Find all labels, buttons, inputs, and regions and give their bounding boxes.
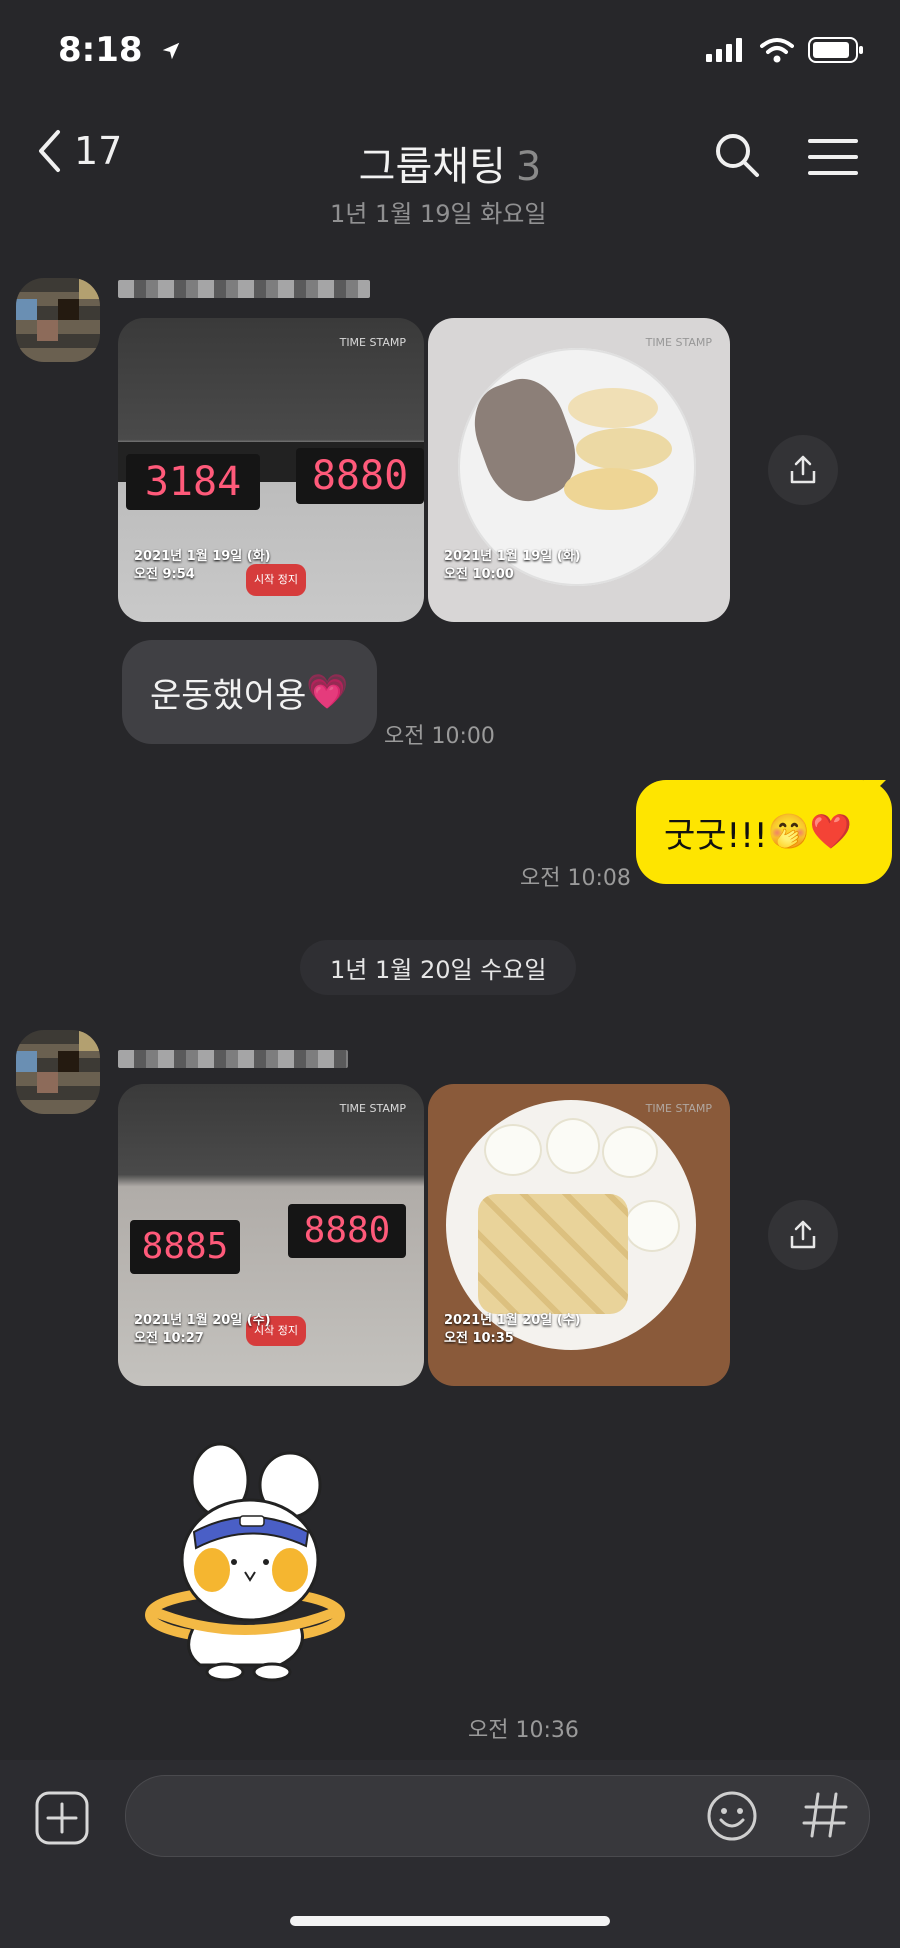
- search-icon: [716, 134, 759, 177]
- photo-caption: 2021년 1월 20일 (수) 오전 10:27: [134, 1313, 271, 1346]
- menu-icon: [808, 139, 858, 175]
- display-reading: 3184: [126, 454, 260, 510]
- add-icon: [35, 1791, 89, 1845]
- photo-attachment[interactable]: 3184 8880 시작 정지 TIME STAMP 2021년 1월 19일 …: [118, 318, 424, 622]
- menu-button[interactable]: [808, 138, 858, 180]
- photo-caption: 2021년 1월 19일 (화) 오전 9:54: [134, 549, 271, 582]
- date-divider: 1년 1월 19일 화요일: [330, 200, 547, 228]
- share-button[interactable]: [768, 1200, 838, 1270]
- message-time: 오전 10:08: [520, 866, 631, 891]
- location-arrow-icon: [163, 42, 180, 60]
- share-icon: [790, 455, 816, 484]
- message-bubble[interactable]: 운동했어용 💗: [122, 640, 377, 744]
- avatar[interactable]: [16, 278, 100, 362]
- avatar[interactable]: [16, 1030, 100, 1114]
- share-icon: [790, 1220, 816, 1249]
- display-reading: 8880: [288, 1204, 406, 1258]
- message-input[interactable]: [125, 1775, 870, 1857]
- emoji: 🤭❤️: [767, 812, 853, 852]
- share-button[interactable]: [768, 435, 838, 505]
- timestamp-watermark: TIME STAMP: [645, 336, 712, 349]
- display-reading: 8880: [296, 448, 424, 504]
- photo-attachment[interactable]: TIME STAMP 2021년 1월 20일 (수) 오전 10:35: [428, 1084, 730, 1386]
- timestamp-watermark: TIME STAMP: [339, 1102, 406, 1115]
- bunny-sticker[interactable]: [140, 1440, 380, 1700]
- wifi-icon: [760, 38, 794, 63]
- message-bubble[interactable]: 굿굿!!! 🤭❤️: [636, 780, 892, 884]
- photo-caption: 2021년 1월 20일 (수) 오전 10:35: [444, 1313, 581, 1346]
- timestamp-watermark: TIME STAMP: [645, 1102, 712, 1115]
- timestamp-watermark: TIME STAMP: [339, 336, 406, 349]
- add-button[interactable]: [34, 1790, 90, 1850]
- sender-name: [118, 280, 370, 298]
- signal-icon: [706, 38, 742, 62]
- hashtag-icon: [802, 1792, 848, 1838]
- emoji-icon: [707, 1791, 757, 1841]
- message-time: 오전 10:36: [468, 1718, 579, 1743]
- battery-icon: [808, 37, 863, 63]
- hashtag-button[interactable]: [800, 1790, 850, 1844]
- status-time: 8:18: [58, 30, 182, 70]
- search-button[interactable]: [714, 132, 760, 182]
- photo-attachment[interactable]: 8885 8880 시작 정지 TIME STAMP 2021년 1월 20일 …: [118, 1084, 424, 1386]
- sender-name: [118, 1050, 348, 1068]
- photo-attachment[interactable]: TIME STAMP 2021년 1월 19일 (화) 오전 10:00: [428, 318, 730, 622]
- message-time: 오전 10:00: [384, 724, 495, 749]
- emoji-button[interactable]: [706, 1790, 758, 1846]
- display-reading: 8885: [130, 1220, 240, 1274]
- message-text: 운동했어용: [150, 675, 307, 716]
- heart-emoji: 💗: [306, 672, 349, 712]
- home-indicator: [290, 1916, 610, 1926]
- date-divider: 1년 1월 20일 수요일: [300, 940, 577, 995]
- bubble-tail: [864, 780, 886, 802]
- message-text: 굿굿!!!: [664, 815, 768, 856]
- status-icons: [706, 36, 864, 64]
- photo-caption: 2021년 1월 19일 (화) 오전 10:00: [444, 549, 581, 582]
